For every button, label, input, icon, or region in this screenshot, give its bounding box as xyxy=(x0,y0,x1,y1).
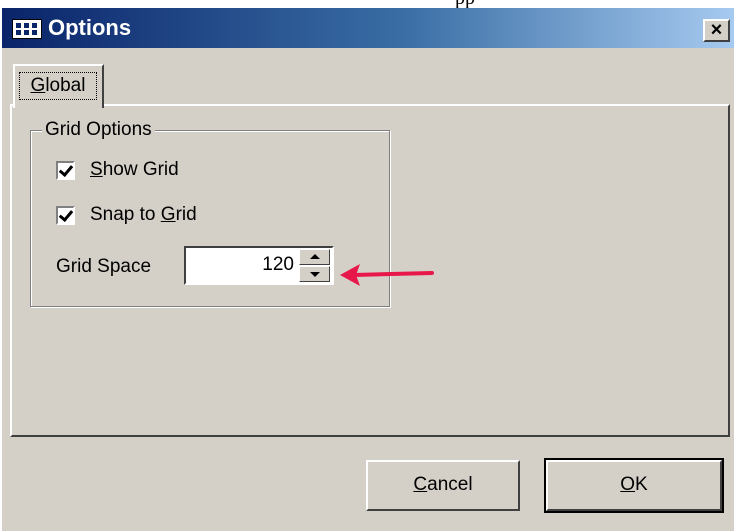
grid-options-title: Grid Options xyxy=(42,119,155,141)
show-grid-label[interactable]: Show Grid xyxy=(90,159,179,181)
close-button[interactable]: × xyxy=(703,19,730,42)
ok-rest: K xyxy=(635,474,648,495)
show-grid-hotkey: S xyxy=(90,159,103,180)
show-grid-rest: how Grid xyxy=(102,159,179,180)
grid-space-value: 120 xyxy=(262,254,294,275)
snap-to-grid-hotkey: G xyxy=(160,204,176,225)
spin-down-button[interactable] xyxy=(299,266,330,282)
cancel-rest: ancel xyxy=(427,474,473,495)
cancel-hotkey: C xyxy=(413,474,428,495)
snap-to-grid-post: rid xyxy=(175,204,197,225)
spin-up-button[interactable] xyxy=(299,249,330,265)
clipped-caption-strip: pp xyxy=(0,0,736,8)
window-title: Options xyxy=(48,15,132,40)
snap-to-grid-label[interactable]: Snap to Grid xyxy=(90,204,197,226)
title-bar[interactable]: Options × xyxy=(2,8,734,48)
cancel-button[interactable]: Cancel xyxy=(366,460,520,511)
annotation-arrow-icon xyxy=(340,264,434,286)
ok-hotkey: O xyxy=(620,474,636,495)
grid-space-label: Grid Space xyxy=(56,256,152,277)
app-icon xyxy=(12,19,42,39)
clipped-caption: pp xyxy=(455,0,475,8)
close-icon: × xyxy=(710,19,723,41)
annotation-arrow-shaft xyxy=(352,271,434,277)
snap-to-grid-checkbox[interactable] xyxy=(56,206,75,225)
tab-global[interactable]: Global xyxy=(13,64,104,108)
snap-to-grid-pre: Snap to xyxy=(90,204,161,225)
show-grid-checkbox[interactable] xyxy=(56,161,75,180)
tab-global-hotkey: G xyxy=(30,75,46,96)
tab-global-label: Global xyxy=(19,72,97,100)
tab-global-rest: lobal xyxy=(45,75,86,96)
grid-space-input[interactable]: 120 xyxy=(184,246,334,285)
ok-button[interactable]: OK xyxy=(544,458,724,513)
